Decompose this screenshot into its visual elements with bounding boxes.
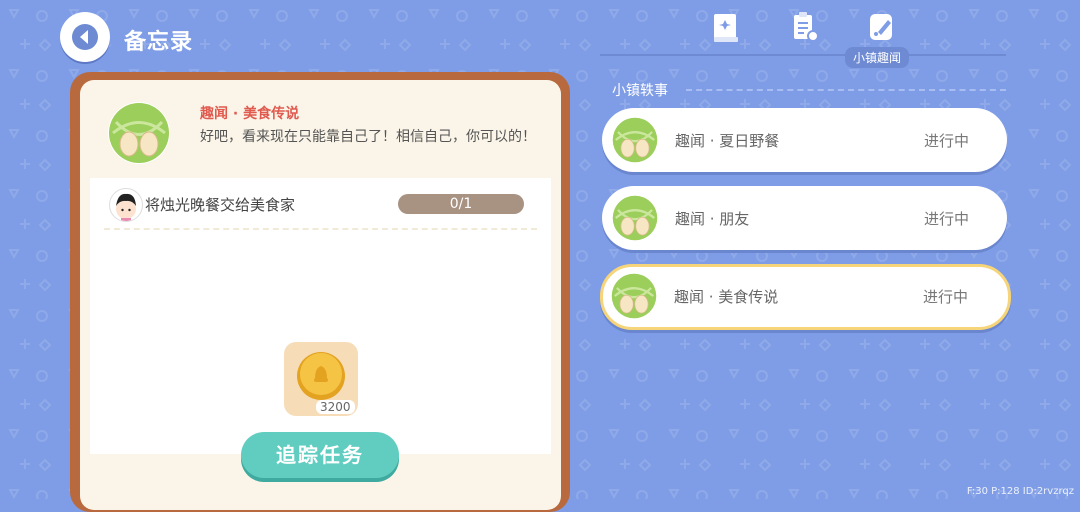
fun-news-icon[interactable] xyxy=(866,10,896,44)
boy-face-icon xyxy=(116,193,136,221)
quest-card-status: 进行中 xyxy=(923,288,969,306)
green-ball-feet-icon xyxy=(612,195,658,241)
tab-fun-news-label[interactable]: 小镇趣闻 xyxy=(845,47,910,68)
quest-detail-panel: 趣闻 · 美食传说 好吧，看来现在只能靠自己了！相信自己，你可以的！ 将烛光晚餐… xyxy=(80,80,561,510)
green-ball-feet-icon xyxy=(109,103,169,163)
tab-underline xyxy=(600,54,1006,56)
quest-card-title: 趣闻 · 夏日野餐 xyxy=(675,132,780,150)
task-text: 将烛光晚餐交给美食家 xyxy=(145,196,296,214)
reward-count: 3200 xyxy=(316,400,355,414)
quest-name: 趣闻 · 美食传说 xyxy=(200,106,300,122)
quest-card[interactable]: 趣闻 · 夏日野餐 进行中 xyxy=(602,108,1007,172)
back-button[interactable] xyxy=(60,12,110,62)
debug-overlay: F:30 P:128 ID:2rvzrqz xyxy=(966,486,1074,497)
page-title: 备忘录 xyxy=(124,30,194,55)
quest-card[interactable]: 趣闻 · 朋友 进行中 xyxy=(602,186,1007,250)
quest-description: 好吧，看来现在只能靠自己了！相信自己，你可以的！ xyxy=(200,129,536,145)
npc-avatar xyxy=(109,188,143,222)
track-quest-button[interactable]: 追踪任务 xyxy=(241,432,399,478)
back-arrow-icon xyxy=(72,24,98,50)
task-progress: 0/1 xyxy=(398,194,524,214)
green-ball-feet-icon xyxy=(611,273,657,319)
quest-card-title: 趣闻 · 美食传说 xyxy=(674,288,779,306)
quest-avatar xyxy=(108,102,170,164)
divider xyxy=(104,228,537,230)
memo-book-icon[interactable] xyxy=(711,10,741,44)
quest-card-status: 进行中 xyxy=(924,210,970,228)
section-divider xyxy=(686,89,1006,91)
section-label: 小镇轶事 xyxy=(612,83,668,99)
quest-card-selected[interactable]: 趣闻 · 美食传说 进行中 xyxy=(600,264,1011,330)
quest-card-title: 趣闻 · 朋友 xyxy=(675,210,750,228)
quest-card-status: 进行中 xyxy=(924,132,970,150)
green-ball-feet-icon xyxy=(612,117,658,163)
checklist-icon[interactable] xyxy=(790,10,820,44)
